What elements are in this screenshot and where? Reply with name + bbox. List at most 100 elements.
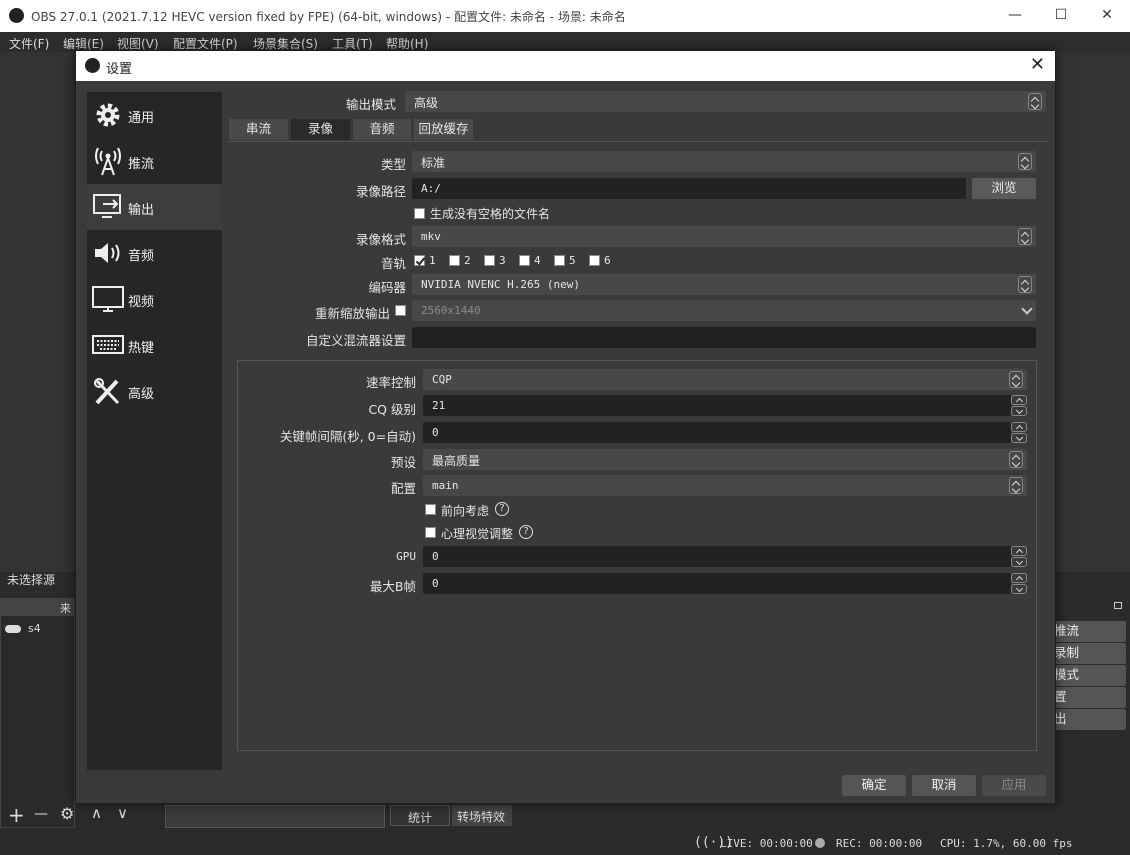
type-value: 标准 [421,156,446,170]
settings-button[interactable]: 置 [1050,687,1126,708]
track-4-checkbox[interactable] [519,255,530,266]
track-3-checkbox[interactable] [484,255,495,266]
menu-file[interactable]: 文件(F) [9,35,49,52]
close-window-button[interactable]: ✕ [1084,0,1130,32]
track-1-checkbox[interactable] [414,255,425,266]
max-bframes-input[interactable]: 0 [423,573,1011,594]
dialog-title: 设置 [106,62,133,77]
status-bar: ((·)) LIVE: 00:00:00 REC: 00:00:00 CPU: … [0,833,1130,855]
cq-level-stepper[interactable] [1011,395,1027,416]
tab-recording[interactable]: 录像 [291,119,350,140]
tools-icon [94,378,120,405]
nav-item-audio[interactable]: 音频 [87,230,222,276]
nav-label-advanced: 高级 [128,387,155,402]
rescale-resolution-select[interactable]: 2560x1440 [412,300,1036,321]
gpu-input[interactable]: 0 [423,546,1011,567]
nav-label-output: 输出 [128,203,155,218]
no-space-filename-checkbox[interactable] [414,208,425,219]
keyframe-interval-value: 0 [432,426,439,439]
nav-item-advanced[interactable]: 高级 [87,368,222,414]
psycho-visual-tuning-label: 心理视觉调整 [441,527,514,541]
preset-select[interactable]: 最高质量 [423,449,1027,470]
tab-streaming[interactable]: 串流 [229,119,288,140]
track-6-label: 6 [604,254,611,267]
select-arrows-icon [1018,276,1032,293]
select-arrows-icon [1009,451,1023,468]
rescale-label: 重新缩放输出 [314,306,390,321]
nav-item-output[interactable]: 输出 [87,184,222,230]
start-streaming-button[interactable]: 推流 [1050,621,1126,642]
track-5-checkbox[interactable] [554,255,565,266]
tab-audio[interactable]: 音频 [353,119,411,140]
keyframe-interval-input[interactable]: 0 [423,422,1011,443]
lookahead-label: 前向考虑 [441,504,490,518]
minimize-button[interactable]: — [992,0,1038,32]
gamepad-icon [5,625,21,633]
lookahead-help-icon[interactable]: ? [495,502,509,516]
nav-item-general[interactable]: 通用 [87,92,222,138]
keyframe-interval-stepper[interactable] [1011,422,1027,443]
move-down-button[interactable]: ∨ [117,804,128,822]
track-6-checkbox[interactable] [589,255,600,266]
psycho-visual-tuning-checkbox[interactable] [425,527,436,538]
move-up-button[interactable]: ∧ [91,804,102,822]
source-item-label: s4 [28,622,41,635]
cancel-button[interactable]: 取消 [912,775,976,796]
encoder-select[interactable]: NVIDIA NVENC H.265 (new) [412,274,1036,295]
rate-control-label: 速率控制 [365,375,416,390]
select-arrows-icon [1018,153,1032,170]
sources-header-label: 来 [60,602,71,615]
menu-bar: 文件(F) 编辑(E) 视图(V) 配置文件(P) 场景集合(S) 工具(T) … [0,32,1130,52]
live-status: LIVE: 00:00:00 [720,837,813,850]
profile-select[interactable]: main [423,475,1027,496]
lookahead-checkbox[interactable] [425,504,436,515]
type-select[interactable]: 标准 [412,151,1036,172]
nav-item-stream[interactable]: 推流 [87,138,222,184]
rescale-resolution-value: 2560x1440 [421,304,481,317]
studio-mode-button[interactable]: 模式 [1050,665,1126,686]
cpu-status: CPU: 1.7%, 60.00 fps [940,837,1073,850]
maximize-button[interactable]: ☐ [1038,0,1084,32]
exit-button[interactable]: 出 [1050,709,1126,730]
tab-replay-buffer[interactable]: 回放缓存 [414,119,473,140]
ok-button[interactable]: 确定 [842,775,906,796]
rate-control-select[interactable]: CQP [423,369,1027,390]
browse-button[interactable]: 浏览 [972,178,1036,199]
monitor-icon [92,286,124,312]
nav-item-hotkeys[interactable]: 热键 [87,322,222,368]
float-dock-icon[interactable] [1114,602,1122,609]
cq-level-label: CQ 级别 [368,402,416,417]
max-bframes-stepper[interactable] [1011,573,1027,594]
source-item[interactable]: s4 [5,622,73,638]
recording-format-select[interactable]: mkv [412,226,1036,247]
remove-source-button[interactable]: — [34,806,48,822]
audio-mixer-strip [165,805,385,828]
rescale-checkbox[interactable] [395,305,406,316]
nav-label-hotkeys: 热键 [128,341,155,356]
apply-button[interactable]: 应用 [982,775,1046,796]
psycho-visual-help-icon[interactable]: ? [519,525,533,539]
recording-path-value: A:/ [421,182,441,195]
select-arrows-icon [1018,228,1032,245]
start-recording-button[interactable]: 录制 [1050,643,1126,664]
obs-logo-icon [9,8,24,23]
recording-path-input[interactable]: A:/ [412,178,966,199]
gpu-stepper[interactable] [1011,546,1027,567]
no-space-filename-label: 生成没有空格的文件名 [430,207,551,221]
type-label: 类型 [380,157,406,172]
cq-level-input[interactable]: 21 [423,395,1011,416]
muxer-settings-input[interactable] [412,327,1036,348]
keyframe-interval-label: 关键帧间隔(秒, 0=自动) [279,429,416,444]
transitions-tab[interactable]: 转场特效 [452,805,512,826]
dialog-close-icon[interactable]: ✕ [1030,54,1045,75]
settings-dialog: 设置 ✕ 通用 推流 输出 音频 视频 热键 高级 输出模式 高级 串流 录像 … [75,50,1056,804]
track-2-checkbox[interactable] [449,255,460,266]
nav-label-audio: 音频 [128,249,155,264]
nav-item-video[interactable]: 视频 [87,276,222,322]
stats-tab[interactable]: 统计 [390,805,450,826]
rec-dot-icon [815,838,825,848]
source-settings-gear-icon[interactable]: ⚙ [60,804,74,823]
add-source-button[interactable]: + [8,803,25,827]
track-2-label: 2 [464,254,471,267]
output-mode-select[interactable]: 高级 [405,91,1046,112]
